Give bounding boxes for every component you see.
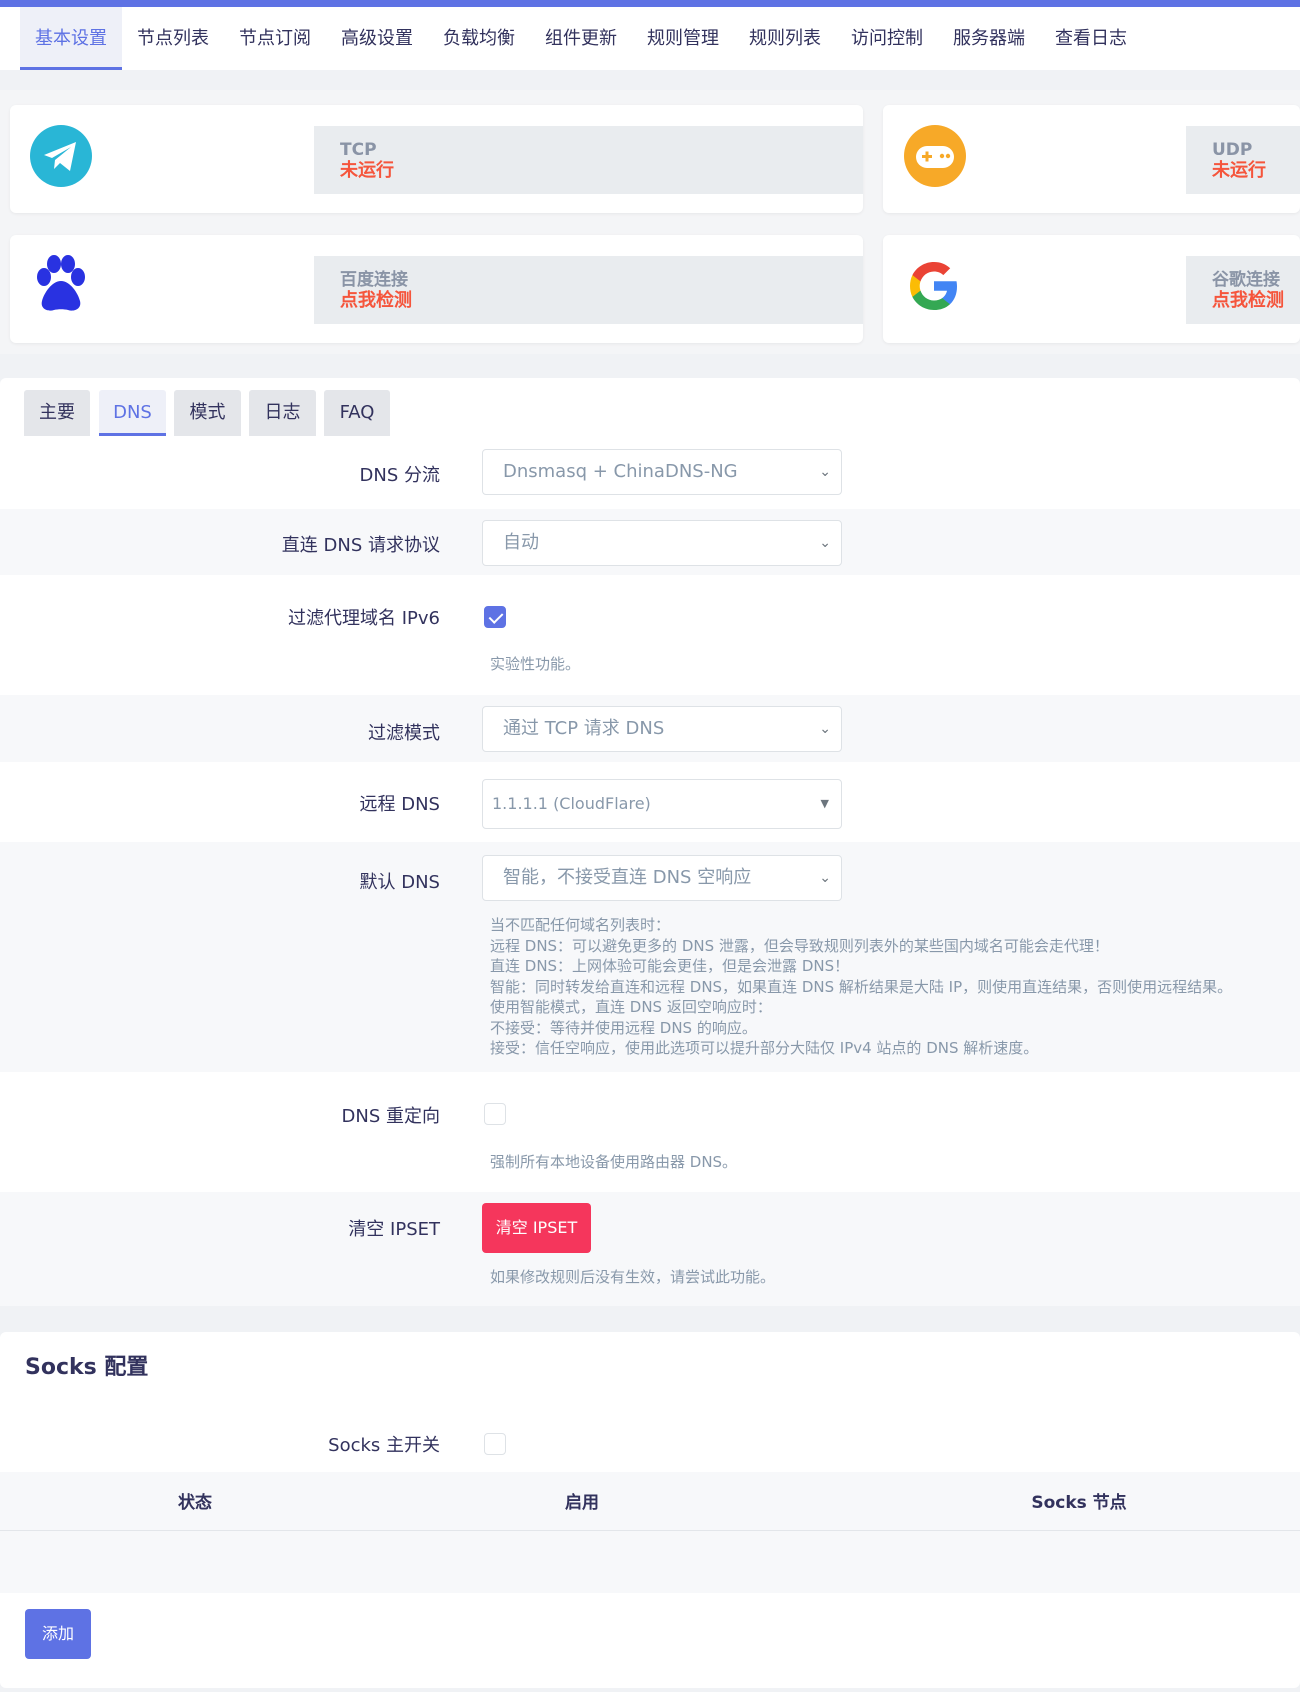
- subtab-log[interactable]: 日志: [249, 390, 316, 436]
- clear-ipset-desc: 如果修改规则后没有生效，请尝试此功能。: [490, 1268, 776, 1286]
- dns-shunt-select[interactable]: Dnsmasq + ChinaDNS-NG ⌄: [482, 449, 842, 495]
- clear-ipset-button[interactable]: 清空 IPSET: [482, 1203, 591, 1253]
- clear-ipset-label: 清空 IPSET: [348, 1219, 440, 1240]
- dns-redirect-row: DNS 重定向 强制所有本地设备使用路由器 DNS。: [0, 1072, 1300, 1192]
- default-dns-desc-line: 直连 DNS：上网体验可能会更佳，但是会泄露 DNS！: [490, 957, 850, 975]
- filter-ipv6-row: 过滤代理域名 IPv6 实验性功能。: [0, 575, 1300, 695]
- dns-shunt-row: DNS 分流 Dnsmasq + ChinaDNS-NG ⌄: [0, 436, 1300, 509]
- tcp-status-card: TCP 未运行: [10, 105, 863, 213]
- remote-dns-label: 远程 DNS: [359, 794, 440, 815]
- main-nav-tabs: 基本设置 节点列表 节点订阅 高级设置 负载均衡 组件更新 规则管理 规则列表 …: [0, 7, 1300, 70]
- google-status[interactable]: 谷歌连接 点我检测: [1186, 256, 1300, 324]
- tab-server-side[interactable]: 服务器端: [942, 7, 1036, 70]
- subtab-faq[interactable]: FAQ: [324, 390, 390, 436]
- remote-dns-row: 远程 DNS 1.1.1.1 (CloudFlare) ▼: [0, 762, 1300, 842]
- udp-status: UDP 未运行: [1186, 126, 1300, 194]
- top-accent-bar: [0, 0, 1300, 7]
- direct-dns-protocol-value: 自动: [503, 532, 539, 553]
- udp-status-title: UDP: [1212, 140, 1253, 160]
- default-dns-desc-line: 使用智能模式，直连 DNS 返回空响应时：: [490, 998, 772, 1016]
- tab-load-balance[interactable]: 负载均衡: [432, 7, 526, 70]
- google-status-title: 谷歌连接: [1212, 270, 1280, 290]
- tab-component-update[interactable]: 组件更新: [534, 7, 628, 70]
- google-check-link[interactable]: 点我检测: [1212, 290, 1300, 311]
- default-dns-label: 默认 DNS: [359, 872, 440, 893]
- filter-mode-select[interactable]: 通过 TCP 请求 DNS ⌄: [482, 706, 842, 752]
- chevron-down-icon: ⌄: [819, 535, 831, 551]
- chevron-down-icon: ⌄: [819, 464, 831, 480]
- google-icon: [903, 255, 965, 321]
- filter-mode-row: 过滤模式 通过 TCP 请求 DNS ⌄: [0, 695, 1300, 762]
- filter-ipv6-label: 过滤代理域名 IPv6: [288, 608, 440, 629]
- baidu-paw-icon: [34, 255, 88, 317]
- default-dns-value: 智能，不接受直连 DNS 空响应: [503, 867, 752, 888]
- chevron-down-icon: ⌄: [819, 870, 831, 886]
- tab-access-control[interactable]: 访问控制: [840, 7, 934, 70]
- tab-rule-list[interactable]: 规则列表: [738, 7, 832, 70]
- subtab-mode[interactable]: 模式: [174, 390, 241, 436]
- direct-dns-protocol-label: 直连 DNS 请求协议: [281, 535, 440, 556]
- default-dns-desc-line: 当不匹配任何域名列表时：: [490, 916, 671, 934]
- dns-redirect-desc: 强制所有本地设备使用路由器 DNS。: [490, 1153, 738, 1171]
- filter-ipv6-checkbox[interactable]: [484, 606, 506, 628]
- dns-shunt-label: DNS 分流: [359, 465, 440, 486]
- socks-col-status: 状态: [178, 1493, 212, 1513]
- default-dns-desc-line: 远程 DNS：可以避免更多的 DNS 泄露，但会导致规则列表外的某些国内域名可能…: [490, 936, 1109, 955]
- baidu-status-title: 百度连接: [340, 270, 408, 290]
- socks-switch-row: Socks 主开关: [0, 1410, 1300, 1472]
- gamepad-icon: [904, 125, 966, 191]
- tab-node-list[interactable]: 节点列表: [126, 7, 220, 70]
- baidu-status-card[interactable]: 百度连接 点我检测: [10, 235, 863, 343]
- tcp-status-title: TCP: [340, 140, 377, 160]
- direct-dns-protocol-row: 直连 DNS 请求协议 自动 ⌄: [0, 509, 1300, 575]
- socks-add-button[interactable]: 添加: [25, 1609, 91, 1659]
- tcp-status: TCP 未运行: [314, 126, 863, 194]
- remote-dns-value: 1.1.1.1 (CloudFlare): [492, 794, 651, 813]
- socks-col-enabled: 启用: [565, 1493, 599, 1513]
- chevron-down-icon: ⌄: [819, 721, 831, 737]
- remote-dns-combobox[interactable]: 1.1.1.1 (CloudFlare) ▼: [482, 779, 842, 829]
- default-dns-desc-line: 智能：同时转发给直连和远程 DNS，如果直连 DNS 解析结果是大陆 IP，则使…: [490, 977, 1233, 996]
- tab-advanced-settings[interactable]: 高级设置: [330, 7, 424, 70]
- dns-redirect-label: DNS 重定向: [341, 1106, 440, 1127]
- baidu-check-link[interactable]: 点我检测: [340, 290, 863, 311]
- default-dns-select[interactable]: 智能，不接受直连 DNS 空响应 ⌄: [482, 855, 842, 901]
- caret-down-icon: ▼: [820, 797, 829, 810]
- socks-switch-label: Socks 主开关: [328, 1435, 440, 1456]
- default-dns-desc-line: 接受：信任空响应，使用此选项可以提升部分大陆仅 IPv4 站点的 DNS 解析速…: [490, 1039, 1039, 1057]
- default-dns-desc-line: 不接受：等待并使用远程 DNS 的响应。: [490, 1018, 757, 1037]
- tab-view-log[interactable]: 查看日志: [1044, 7, 1138, 70]
- tab-node-subscribe[interactable]: 节点订阅: [228, 7, 322, 70]
- google-status-card[interactable]: 谷歌连接 点我检测: [883, 235, 1300, 343]
- udp-status-card: UDP 未运行: [883, 105, 1300, 213]
- dns-redirect-checkbox[interactable]: [484, 1103, 506, 1125]
- socks-switch-checkbox[interactable]: [484, 1433, 506, 1455]
- default-dns-desc: 当不匹配任何域名列表时： 远程 DNS：可以避免更多的 DNS 泄露，但会导致规…: [490, 915, 1232, 1059]
- tab-rule-manage[interactable]: 规则管理: [636, 7, 730, 70]
- subtab-dns[interactable]: DNS: [99, 390, 166, 436]
- socks-table-empty-row: [0, 1531, 1300, 1593]
- dns-shunt-value: Dnsmasq + ChinaDNS-NG: [503, 461, 738, 482]
- udp-status-value: 未运行: [1212, 160, 1266, 181]
- clear-ipset-row: 清空 IPSET 清空 IPSET 如果修改规则后没有生效，请尝试此功能。: [0, 1192, 1300, 1306]
- tcp-status-value: 未运行: [340, 160, 394, 181]
- telegram-icon: [30, 125, 92, 191]
- socks-col-node: Socks 节点: [1031, 1493, 1127, 1513]
- baidu-status[interactable]: 百度连接 点我检测: [314, 256, 863, 324]
- default-dns-row: 默认 DNS 智能，不接受直连 DNS 空响应 ⌄ 当不匹配任何域名列表时： 远…: [0, 842, 1300, 1072]
- filter-mode-value: 通过 TCP 请求 DNS: [503, 718, 665, 739]
- tab-basic-settings[interactable]: 基本设置: [20, 7, 122, 70]
- filter-mode-label: 过滤模式: [368, 723, 440, 744]
- direct-dns-protocol-select[interactable]: 自动 ⌄: [482, 520, 842, 566]
- socks-section-title: Socks 配置: [25, 1355, 149, 1380]
- subtab-main[interactable]: 主要: [24, 390, 90, 436]
- filter-ipv6-desc: 实验性功能。: [490, 655, 581, 673]
